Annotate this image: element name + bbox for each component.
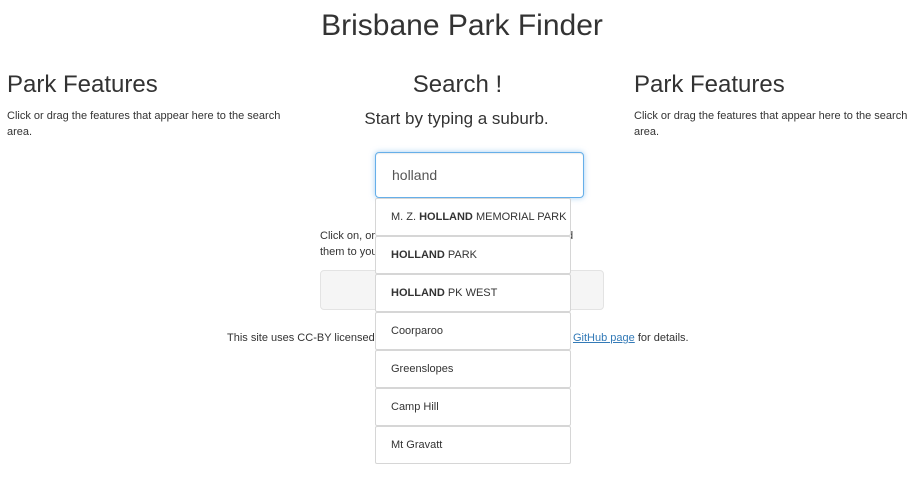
- suggestion-match: HOLLAND: [419, 211, 473, 223]
- search-panel: Search ! Start by typing a suburb.: [305, 68, 618, 129]
- suggestion-match: HOLLAND: [391, 287, 445, 299]
- suggestion-suffix: PARK: [444, 249, 477, 261]
- page-title: Brisbane Park Finder: [321, 9, 603, 42]
- suggestion-item[interactable]: Mt Gravatt: [375, 426, 571, 464]
- instructions-line-1: Click on, or: [320, 230, 376, 242]
- search-heading: Search !: [412, 71, 503, 98]
- suggestion-prefix: Camp Hill: [391, 401, 439, 413]
- park-features-description: Click or drag the features that appear h…: [7, 110, 281, 138]
- park-features-description: Click or drag the features that appear h…: [634, 110, 908, 138]
- suggestion-prefix: M. Z.: [391, 211, 420, 223]
- footer-license-text: This site uses CC-BY licensed: [227, 332, 375, 344]
- park-features-heading: Park Features: [7, 71, 158, 98]
- park-features-heading: Park Features: [634, 71, 785, 98]
- instructions-line-2: them to you: [320, 246, 378, 258]
- suggestion-item[interactable]: Coorparoo: [375, 312, 571, 350]
- github-page-link[interactable]: GitHub page: [573, 332, 635, 344]
- suggestion-suffix: MEMORIAL PARK: [472, 211, 567, 223]
- park-features-panel-left: Park Features Click or drag the features…: [7, 68, 290, 140]
- suburb-search-input[interactable]: [375, 152, 584, 198]
- suggestion-item[interactable]: Greenslopes: [375, 350, 571, 388]
- footer-details-text: for details.: [634, 332, 689, 344]
- suggestion-match: HOLLAND: [391, 249, 445, 261]
- suggestion-prefix: Mt Gravatt: [391, 439, 443, 451]
- suggestion-item[interactable]: HOLLAND PARK: [375, 236, 571, 274]
- park-features-panel-right: Park Features Click or drag the features…: [634, 68, 914, 140]
- suggestion-item[interactable]: M. Z. HOLLAND MEMORIAL PARK: [375, 198, 571, 236]
- suggestion-suffix: PK WEST: [444, 287, 498, 299]
- search-subtitle: Start by typing a suburb.: [364, 109, 549, 128]
- suggestion-dropdown: M. Z. HOLLAND MEMORIAL PARK HOLLAND PARK…: [375, 198, 571, 464]
- suggestion-prefix: Coorparoo: [391, 325, 443, 337]
- suggestion-prefix: Greenslopes: [391, 363, 454, 375]
- suggestion-item[interactable]: Camp Hill: [375, 388, 571, 426]
- suggestion-item[interactable]: HOLLAND PK WEST: [375, 274, 571, 312]
